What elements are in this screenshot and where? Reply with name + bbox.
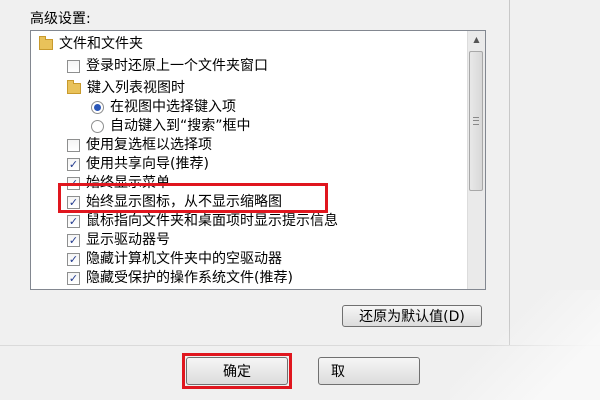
cancel-button[interactable]: 取	[318, 357, 420, 385]
radio-unselected[interactable]	[91, 119, 104, 133]
ok-button[interactable]: 确定	[186, 357, 288, 385]
advanced-settings-tree[interactable]: 文件和文件夹 登录时还原上一个文件夹窗口 键入列表视图时 在视图中选择键入项 自…	[30, 30, 486, 290]
tree-item-label: 登录时还原上一个文件夹窗口	[86, 58, 268, 74]
radio-selected[interactable]	[91, 100, 104, 114]
restore-defaults-button[interactable]: 还原为默认值(D)	[342, 305, 482, 327]
scrollbar-thumb[interactable]	[469, 51, 483, 191]
tree-folder-files-and-folders[interactable]: 文件和文件夹	[39, 33, 143, 55]
tree-item-restore-windows[interactable]: 登录时还原上一个文件夹窗口	[67, 55, 268, 77]
checkbox-checked[interactable]: ✓	[67, 176, 80, 190]
tree-item-hide-protected-os-files[interactable]: ✓ 隐藏受保护的操作系统文件(推荐)	[67, 267, 293, 289]
checkbox-checked[interactable]: ✓	[67, 233, 80, 247]
tree-item-label: 隐藏受保护的操作系统文件(推荐)	[86, 270, 293, 286]
advanced-settings-label: 高级设置:	[30, 11, 91, 27]
scroll-up-arrow-icon[interactable]: ▲	[468, 31, 485, 48]
folder-icon	[67, 79, 81, 94]
checkbox-checked[interactable]: ✓	[67, 195, 80, 209]
folder-icon	[39, 35, 53, 50]
checkbox-unchecked[interactable]	[67, 138, 80, 152]
checkbox-unchecked[interactable]	[67, 59, 80, 73]
dialog-edge	[509, 0, 510, 345]
grip-icon	[473, 117, 479, 125]
checkbox-checked[interactable]: ✓	[67, 214, 80, 228]
checkbox-checked[interactable]: ✓	[67, 271, 80, 285]
checkbox-checked[interactable]: ✓	[67, 157, 80, 171]
vertical-scrollbar[interactable]: ▲	[467, 31, 485, 289]
tree-item-label: 文件和文件夹	[59, 36, 143, 52]
checkbox-checked[interactable]: ✓	[67, 252, 80, 266]
divider	[0, 345, 600, 346]
